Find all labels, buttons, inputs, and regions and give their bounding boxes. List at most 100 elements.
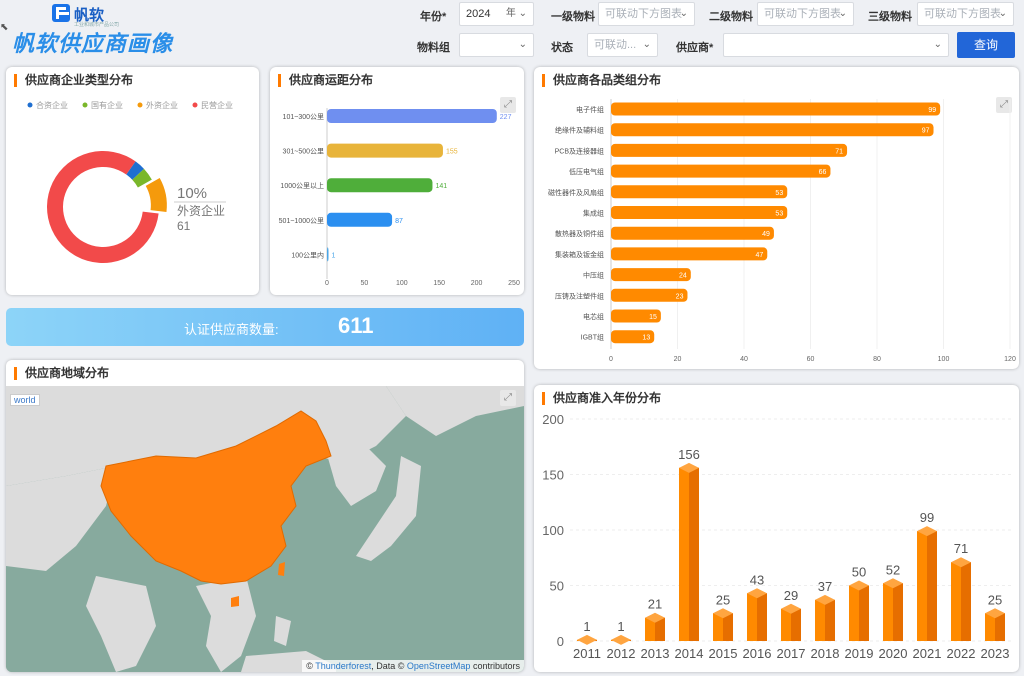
x-tick-label: 2021 (913, 646, 942, 661)
world-layer-tag[interactable]: world (10, 394, 40, 406)
bar-value-label: 49 (762, 231, 770, 238)
category-label: 压铸及注塑件组 (555, 291, 604, 300)
bar (611, 185, 788, 199)
x-tick-label: 20 (674, 356, 682, 363)
page-title: 帆软供应商画像 (12, 31, 174, 56)
x-tick-label: 60 (807, 356, 815, 363)
bar-value-label: 13 (642, 335, 650, 342)
mouse-cursor-icon: ⬉ (0, 22, 9, 33)
bar-value-label: 156 (678, 447, 700, 462)
bar (327, 178, 433, 193)
category-label: 电芯组 (583, 312, 604, 321)
chevron-down-icon: ⌄ (518, 39, 527, 50)
category-label: 低压电气组 (569, 167, 604, 176)
bar-value-label: 15 (649, 314, 657, 321)
x-tick-label: 2022 (947, 646, 976, 661)
x-tick-label: 2016 (743, 646, 772, 661)
x-tick-label: 2015 (709, 646, 738, 661)
cat2-select[interactable]: 可联动下方图表 ⌄ (757, 2, 854, 26)
category-label: IGBT组 (581, 333, 604, 342)
year-value: 2024 (466, 8, 491, 20)
chevron-down-icon: ⌄ (642, 39, 651, 50)
x-tick-label: 2017 (777, 646, 806, 661)
supplier-select[interactable]: ⌄ (723, 33, 949, 57)
certified-supplier-banner: 认证供应商数量: 611 (6, 308, 524, 346)
panel-enterprise-type: 供应商企业类型分布 合资企业 国有企业 外资企业 民营企业 10% 外资企业 61 (6, 67, 259, 295)
chevron-down-icon: ⌄ (838, 8, 847, 19)
legend-label: 外资企业 (146, 100, 178, 110)
region-map[interactable]: world ⤢ © Thunderforest, Data © OpenStre… (6, 386, 524, 672)
pie-slice (145, 178, 167, 212)
year-label: 年份* (420, 11, 447, 23)
category-label: PCB及连接器组 (555, 146, 604, 155)
status-select[interactable]: 可联动... ⌄ (587, 33, 658, 57)
y-tick-label: 100 (542, 523, 564, 538)
category-label: 101~300公里 (283, 113, 324, 121)
bar (327, 143, 443, 158)
cat1-select[interactable]: 可联动下方图表 ⌄ (598, 2, 695, 26)
x-tick-label: 2011 (573, 646, 601, 661)
x-tick-label: 2019 (845, 646, 874, 661)
bar-value-label: 1 (617, 619, 624, 634)
y-tick-label: 50 (550, 579, 564, 594)
status-placeholder: 可联动... (594, 39, 637, 51)
category-label: 散热器及铜件组 (555, 229, 604, 238)
bar (611, 206, 788, 219)
x-tick-label: 200 (471, 280, 483, 287)
year-select[interactable]: 2024 年 ⌄ (459, 2, 534, 26)
panel-distance: 供应商运距分布 ⤢ 0 50 100 150 200 250 101~300公里 227 301… (270, 67, 524, 295)
year-chart: 0 50 100 150 200 1 2011 1 2012 21 2013 156 2014 25 201… (542, 412, 1012, 661)
legend-marker (192, 102, 198, 108)
expand-icon[interactable]: ⤢ (500, 390, 516, 406)
distance-chart: 0 50 100 150 200 250 101~300公里 227 301~500公里 155 1… (279, 108, 520, 287)
panel-title: 供应商地域分布 (14, 367, 109, 380)
bar-value-label: 53 (775, 211, 783, 218)
thunderforest-link[interactable]: Thunderforest (315, 661, 371, 671)
bar-side (961, 562, 971, 641)
bar-value-label: 99 (920, 510, 934, 525)
cat3-select[interactable]: 可联动下方图表 ⌄ (917, 2, 1014, 26)
bar-side (757, 593, 767, 641)
bar-value-label: 37 (818, 579, 832, 594)
query-button[interactable]: 查询 (957, 32, 1015, 58)
legend-label: 国有企业 (91, 100, 123, 110)
x-tick-label: 0 (609, 356, 613, 363)
bar (611, 164, 831, 178)
bar-value-label: 1 (332, 252, 336, 259)
bar-value-label: 29 (784, 588, 798, 603)
openstreetmap-link[interactable]: OpenStreetMap (407, 661, 471, 671)
bar-side (791, 608, 801, 641)
category-label: 1000公里以上 (280, 181, 324, 190)
bar-value-label: 25 (988, 592, 1002, 607)
taiwan-region[interactable] (278, 562, 285, 576)
bar (327, 212, 393, 227)
enterprise-type-chart: 合资企业 国有企业 外资企业 民营企业10%外资企业61 (27, 100, 233, 264)
category-label: 电子件组 (576, 105, 604, 114)
bar (611, 102, 941, 116)
y-tick-label: 0 (557, 634, 564, 649)
bar-side (689, 467, 699, 641)
legend-label: 民营企业 (201, 100, 233, 110)
bar-value-label: 99 (928, 107, 936, 114)
cat2-label: 二级物料 (709, 11, 753, 23)
bar-value-label: 227 (500, 114, 512, 121)
category-label: 中压组 (583, 271, 604, 280)
x-tick-label: 100 (396, 280, 408, 287)
bar (327, 109, 497, 123)
x-tick-label: 50 (361, 280, 369, 287)
bar-value-label: 25 (716, 592, 730, 607)
bar-top (577, 634, 597, 645)
bar-value-label: 50 (852, 565, 866, 580)
legend-label: 合资企业 (36, 100, 68, 110)
legend-marker (27, 102, 33, 108)
bar (611, 226, 774, 240)
callout-name: 外资企业 (177, 203, 225, 218)
y-tick-label: 200 (542, 412, 564, 427)
callout-percent: 10% (177, 185, 207, 202)
x-tick-label: 2020 (879, 646, 908, 661)
category-label: 磁性器件及风扇组 (548, 188, 604, 197)
bar-value-label: 52 (886, 562, 900, 577)
bar-side (859, 585, 869, 641)
banner-value: 611 (338, 313, 374, 338)
group-select[interactable]: ⌄ (459, 33, 534, 57)
